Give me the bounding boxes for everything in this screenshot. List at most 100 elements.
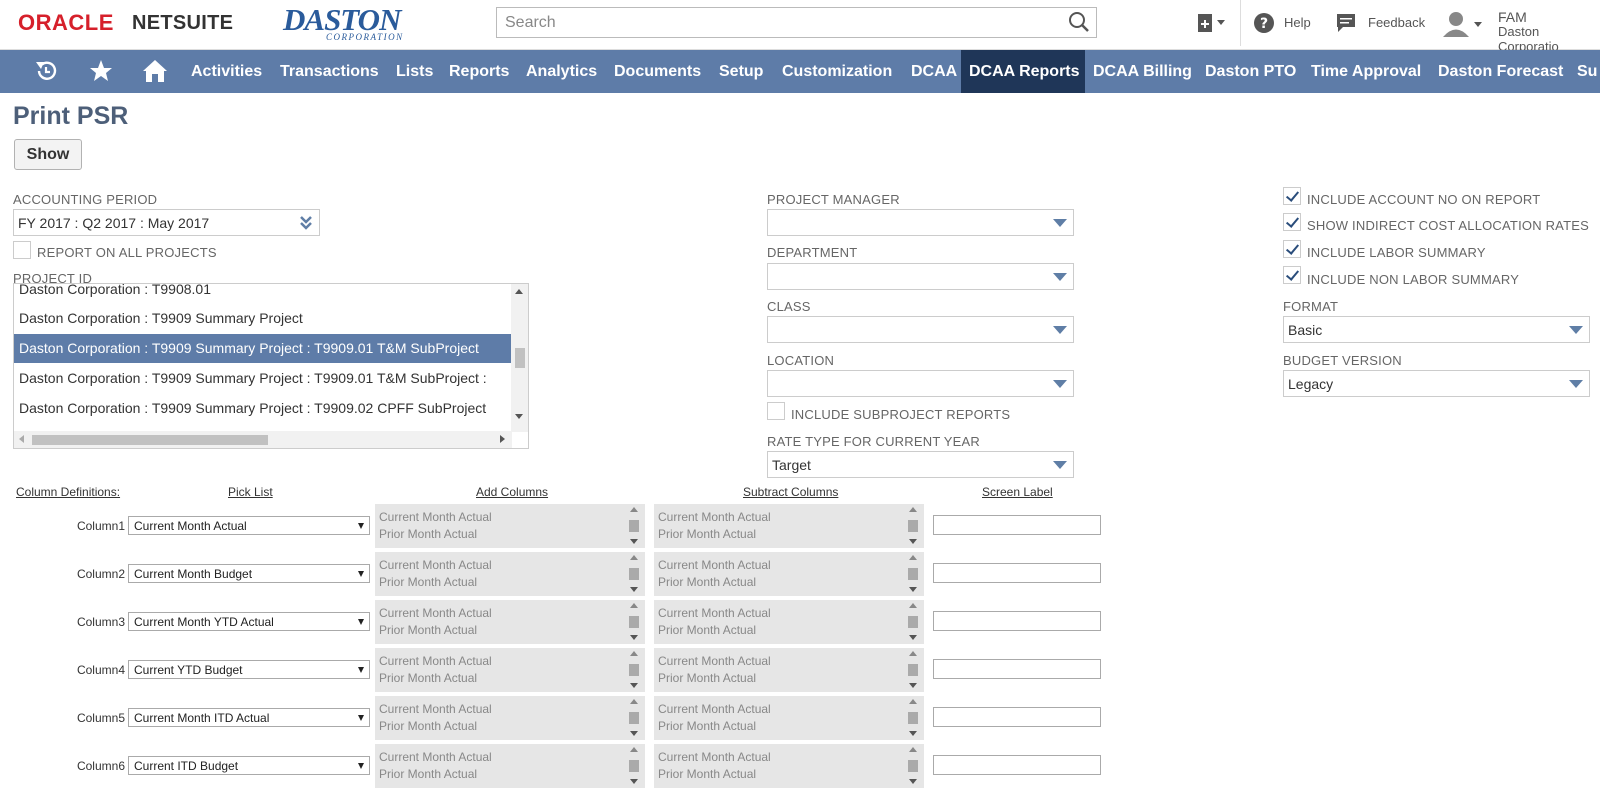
multiselect-scrollbar[interactable] bbox=[908, 747, 918, 785]
multiselect-option[interactable]: Current Month Actual bbox=[379, 653, 641, 670]
multiselect-option[interactable]: Prior Month Actual bbox=[658, 622, 920, 639]
add-columns-multiselect[interactable]: Current Month Actual Prior Month Actual bbox=[375, 552, 645, 596]
scrollbar-thumb[interactable] bbox=[629, 712, 639, 724]
nav-overflow-item[interactable]: Su bbox=[1569, 50, 1600, 93]
nav-documents[interactable]: Documents bbox=[606, 50, 709, 93]
home-icon[interactable] bbox=[142, 58, 168, 84]
nav-daston-forecast[interactable]: Daston Forecast bbox=[1430, 50, 1571, 93]
subtract-columns-multiselect[interactable]: Current Month Actual Prior Month Actual bbox=[654, 744, 924, 788]
scroll-up-arrow-icon[interactable] bbox=[909, 651, 917, 656]
feedback-icon[interactable] bbox=[1335, 12, 1357, 34]
scroll-up-arrow-icon[interactable] bbox=[909, 699, 917, 704]
scrollbar-thumb[interactable] bbox=[908, 520, 918, 532]
scrollbar-thumb[interactable] bbox=[32, 435, 268, 445]
pick-list-select[interactable]: Current Month ITD Actual bbox=[128, 708, 370, 727]
scroll-right-arrow-icon[interactable] bbox=[500, 435, 505, 443]
scrollbar-thumb[interactable] bbox=[908, 664, 918, 676]
scrollbar-thumb[interactable] bbox=[908, 568, 918, 580]
subtract-columns-multiselect[interactable]: Current Month Actual Prior Month Actual bbox=[654, 600, 924, 644]
screen-label-input[interactable] bbox=[933, 515, 1101, 535]
multiselect-option[interactable]: Prior Month Actual bbox=[658, 670, 920, 687]
help-icon[interactable]: ? bbox=[1253, 12, 1275, 34]
multiselect-scrollbar[interactable] bbox=[629, 507, 639, 545]
multiselect-option[interactable]: Prior Month Actual bbox=[658, 766, 920, 783]
subtract-columns-multiselect[interactable]: Current Month Actual Prior Month Actual bbox=[654, 504, 924, 548]
budget-version-select[interactable]: Legacy bbox=[1283, 370, 1590, 397]
nav-transactions[interactable]: Transactions bbox=[272, 50, 387, 93]
multiselect-option[interactable]: Prior Month Actual bbox=[658, 574, 920, 591]
search-icon[interactable] bbox=[1068, 11, 1090, 33]
subtract-columns-multiselect[interactable]: Current Month Actual Prior Month Actual bbox=[654, 648, 924, 692]
multiselect-scrollbar[interactable] bbox=[629, 555, 639, 593]
multiselect-scrollbar[interactable] bbox=[629, 699, 639, 737]
scrollbar-thumb[interactable] bbox=[629, 664, 639, 676]
multiselect-option[interactable]: Prior Month Actual bbox=[379, 718, 641, 735]
show-indirect-cost-checkbox[interactable] bbox=[1283, 213, 1301, 231]
scrollbar-thumb[interactable] bbox=[908, 760, 918, 772]
scroll-up-arrow-icon[interactable] bbox=[630, 651, 638, 656]
nav-customization[interactable]: Customization bbox=[774, 50, 900, 93]
scrollbar-thumb[interactable] bbox=[629, 520, 639, 532]
multiselect-option[interactable]: Current Month Actual bbox=[379, 557, 641, 574]
multiselect-option[interactable]: Current Month Actual bbox=[379, 701, 641, 718]
pick-list-select[interactable]: Current ITD Budget bbox=[128, 756, 370, 775]
multiselect-scrollbar[interactable] bbox=[908, 603, 918, 641]
multiselect-option[interactable]: Prior Month Actual bbox=[379, 766, 641, 783]
scrollbar-thumb[interactable] bbox=[629, 760, 639, 772]
scrollbar-thumb[interactable] bbox=[629, 568, 639, 580]
list-item[interactable]: Daston Corporation : T9908.01 bbox=[14, 284, 511, 304]
multiselect-option[interactable]: Current Month Actual bbox=[379, 509, 641, 526]
nav-dcaa-billing[interactable]: DCAA Billing bbox=[1085, 50, 1200, 93]
scroll-down-arrow-icon[interactable] bbox=[909, 539, 917, 544]
pick-list-select[interactable]: Current Month YTD Actual bbox=[128, 612, 370, 631]
multiselect-option[interactable]: Current Month Actual bbox=[658, 653, 920, 670]
accounting-period-select[interactable]: FY 2017 : Q2 2017 : May 2017 bbox=[13, 209, 320, 236]
scroll-up-arrow-icon[interactable] bbox=[909, 603, 917, 608]
scroll-down-arrow-icon[interactable] bbox=[909, 731, 917, 736]
scroll-up-arrow-icon[interactable] bbox=[630, 699, 638, 704]
scroll-down-arrow-icon[interactable] bbox=[909, 779, 917, 784]
scroll-up-arrow-icon[interactable] bbox=[630, 507, 638, 512]
listbox-horizontal-scrollbar[interactable] bbox=[14, 431, 512, 448]
nav-lists[interactable]: Lists bbox=[388, 50, 441, 93]
scroll-left-arrow-icon[interactable] bbox=[19, 435, 24, 443]
multiselect-option[interactable]: Current Month Actual bbox=[379, 749, 641, 766]
nav-analytics[interactable]: Analytics bbox=[518, 50, 605, 93]
scroll-up-arrow-icon[interactable] bbox=[630, 603, 638, 608]
format-select[interactable]: Basic bbox=[1283, 316, 1590, 343]
favorites-star-icon[interactable] bbox=[88, 58, 114, 84]
feedback-link[interactable]: Feedback bbox=[1368, 15, 1425, 30]
nav-dcaa[interactable]: DCAA bbox=[903, 50, 965, 93]
multiselect-option[interactable]: Prior Month Actual bbox=[379, 622, 641, 639]
listbox-vertical-scrollbar[interactable] bbox=[511, 284, 528, 432]
screen-label-input[interactable] bbox=[933, 707, 1101, 727]
include-account-no-checkbox[interactable] bbox=[1283, 187, 1301, 205]
show-button[interactable]: Show bbox=[14, 139, 82, 170]
add-columns-multiselect[interactable]: Current Month Actual Prior Month Actual bbox=[375, 600, 645, 644]
scroll-up-arrow-icon[interactable] bbox=[630, 747, 638, 752]
add-columns-multiselect[interactable]: Current Month Actual Prior Month Actual bbox=[375, 648, 645, 692]
multiselect-option[interactable]: Current Month Actual bbox=[658, 557, 920, 574]
screen-label-input[interactable] bbox=[933, 563, 1101, 583]
list-item[interactable]: Daston Corporation : T9909 Summary Proje… bbox=[14, 304, 511, 333]
pick-list-select[interactable]: Current Month Actual bbox=[128, 516, 370, 535]
scrollbar-thumb[interactable] bbox=[908, 712, 918, 724]
scroll-up-arrow-icon[interactable] bbox=[515, 289, 523, 294]
subtract-columns-multiselect[interactable]: Current Month Actual Prior Month Actual bbox=[654, 552, 924, 596]
screen-label-input[interactable] bbox=[933, 755, 1101, 775]
scroll-down-arrow-icon[interactable] bbox=[630, 683, 638, 688]
multiselect-scrollbar[interactable] bbox=[629, 651, 639, 689]
scrollbar-thumb[interactable] bbox=[629, 616, 639, 628]
nav-dcaa-reports[interactable]: DCAA Reports bbox=[961, 50, 1085, 93]
scroll-down-arrow-icon[interactable] bbox=[909, 635, 917, 640]
add-columns-multiselect[interactable]: Current Month Actual Prior Month Actual bbox=[375, 744, 645, 788]
multiselect-option[interactable]: Current Month Actual bbox=[658, 509, 920, 526]
nav-setup[interactable]: Setup bbox=[711, 50, 771, 93]
scroll-down-arrow-icon[interactable] bbox=[630, 539, 638, 544]
include-labor-summary-checkbox[interactable] bbox=[1283, 240, 1301, 258]
add-columns-multiselect[interactable]: Current Month Actual Prior Month Actual bbox=[375, 504, 645, 548]
multiselect-scrollbar[interactable] bbox=[908, 651, 918, 689]
multiselect-scrollbar[interactable] bbox=[629, 747, 639, 785]
report-all-projects-checkbox[interactable] bbox=[13, 241, 31, 259]
help-link[interactable]: Help bbox=[1284, 15, 1311, 30]
